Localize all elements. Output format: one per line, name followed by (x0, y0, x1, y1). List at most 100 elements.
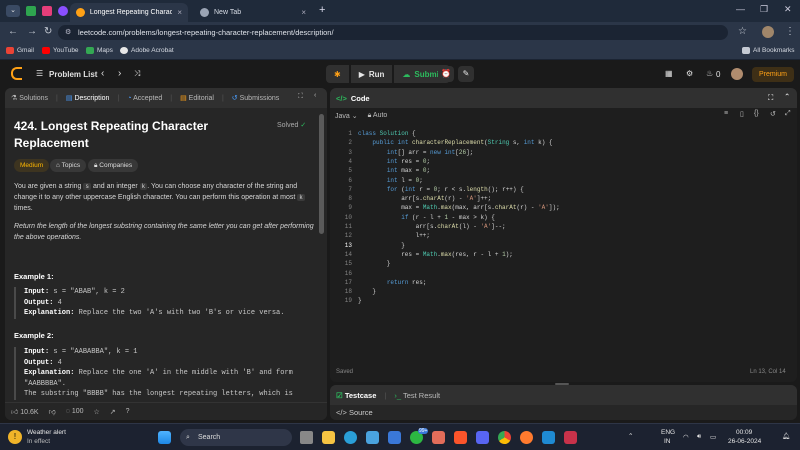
comments-button[interactable]: ◌ 100 (66, 408, 84, 415)
reset-icon[interactable]: ↺ (770, 110, 776, 118)
problem-list-icon: ☰ (36, 69, 44, 78)
tab-test-result[interactable]: ›_ Test Result (394, 391, 440, 400)
chrome-icon[interactable] (498, 431, 511, 444)
close-tab-icon[interactable]: × (177, 8, 182, 17)
battery-icon[interactable]: ▭ (710, 433, 716, 441)
layout-icon[interactable]: ▦ (665, 69, 673, 78)
timer-icon[interactable]: ⏰ (438, 66, 454, 82)
prev-problem-icon[interactable]: ‹ (101, 68, 104, 79)
photos-icon[interactable] (432, 431, 445, 444)
run-button[interactable]: ▶ Run (350, 65, 393, 83)
tab-description[interactable]: ▤ Description (66, 94, 110, 102)
code-editor[interactable]: 1 class Solution {2 public int characterR… (330, 126, 797, 366)
help-icon[interactable]: ? (126, 408, 130, 415)
bookmark-maps[interactable]: Maps (86, 47, 113, 54)
profile-avatar[interactable] (762, 26, 774, 38)
tab-submissions[interactable]: ↺ Submissions (232, 94, 280, 102)
scrollbar[interactable] (319, 114, 324, 234)
minimize-icon[interactable]: — (736, 4, 745, 14)
language-select[interactable]: Java ⌄ (335, 112, 358, 120)
like-button[interactable]: 👍︎ 10.6K (11, 407, 39, 416)
menu-kebab-icon[interactable]: ⋮ (785, 26, 795, 37)
language-indicator[interactable]: ENG (661, 429, 675, 436)
notes-icon[interactable]: ✎ (458, 66, 474, 82)
bookmark-icon[interactable]: ▯ (740, 110, 744, 118)
forward-icon[interactable]: → (27, 26, 37, 37)
streak-fire-icon[interactable]: ♨ (706, 69, 713, 78)
tab-testcase[interactable]: ☑ Testcase (336, 391, 376, 400)
pinned-tab-icon-pink[interactable] (42, 6, 52, 16)
mail-icon[interactable] (388, 431, 401, 444)
all-bookmarks[interactable]: All Bookmarks (742, 47, 795, 54)
maximize-icon[interactable]: ❐ (760, 4, 768, 15)
close-window-icon[interactable]: ✕ (784, 4, 792, 15)
url-input[interactable]: ⚙ leetcode.com/problems/longest-repeatin… (58, 25, 728, 40)
debug-button[interactable]: ✱ (326, 65, 349, 83)
back-icon[interactable]: ← (8, 26, 18, 37)
notifications-bell-icon[interactable]: 🔔︎ (782, 432, 790, 440)
bookmark-gmail[interactable]: Gmail (6, 47, 34, 54)
vscode-icon[interactable] (542, 431, 555, 444)
volume-icon[interactable]: 🔊︎ (697, 433, 701, 441)
tray-chevron-icon[interactable]: ⌃ (628, 432, 633, 440)
companies-button[interactable]: 🔒︎ Companies (88, 159, 139, 172)
problem-list-link[interactable]: Problem List (49, 70, 97, 79)
taskbar-search[interactable]: ⌕ Search (180, 429, 292, 446)
app-red-icon[interactable] (564, 431, 577, 444)
new-tab-button[interactable]: + (319, 4, 325, 16)
weather-subtitle: In effect (27, 438, 51, 445)
clock-time[interactable]: 00:09 (736, 429, 752, 436)
weather-title[interactable]: Weather alert (27, 429, 66, 436)
favorite-star-icon[interactable]: ☆ (94, 408, 100, 416)
shuffle-icon[interactable]: ⤨ (134, 69, 140, 79)
task-view-icon[interactable] (300, 431, 313, 444)
expand-icon[interactable]: ⤢ (785, 110, 791, 118)
site-info-icon[interactable]: ⚙ (65, 25, 71, 40)
line-number: 17 (344, 278, 352, 286)
app-orange-icon[interactable] (520, 431, 533, 444)
tab-new-tab[interactable]: New Tab × (194, 3, 312, 22)
tab-solutions[interactable]: ⚗ Solutions (11, 94, 48, 102)
code-line: max = Math.max(max, arr[s.charAt(r) - 'A… (358, 204, 560, 212)
wifi-icon[interactable]: ◠ (683, 433, 689, 441)
format-icon[interactable]: ≡ (724, 110, 728, 117)
collapse-icon[interactable]: ⌃ (784, 92, 790, 101)
fullscreen-icon[interactable]: ⛶ (768, 93, 773, 103)
tab-search-icon[interactable]: ⌄ (6, 5, 20, 17)
auto-mode[interactable]: 🔒︎ Auto (368, 112, 388, 120)
braces-icon[interactable]: {} (754, 110, 759, 117)
windows-start-icon[interactable] (158, 431, 171, 444)
close-tab-icon[interactable]: × (301, 8, 306, 17)
topics-button[interactable]: ⌂ Topics (50, 159, 87, 172)
share-icon[interactable]: ↗ (110, 408, 116, 416)
left-footer: 👍︎ 10.6K 👎︎ ◌ 100 ☆ ↗ ? (5, 402, 327, 420)
discord-icon[interactable] (476, 431, 489, 444)
tab-editorial[interactable]: ▤ Editorial (180, 94, 214, 102)
code-toolbar: Java ⌄ 🔒︎ Auto ≡ ▯ {} ↺ ⤢ (330, 108, 797, 124)
microsoft-store-icon[interactable] (366, 431, 379, 444)
dislike-icon[interactable]: 👎︎ (49, 407, 56, 416)
premium-button[interactable]: Premium (752, 67, 794, 82)
lock-icon: 🔒︎ (367, 112, 372, 119)
difficulty-badge[interactable]: Medium (14, 159, 50, 172)
collapse-icon[interactable]: ‹ (314, 92, 316, 99)
settings-gear-icon[interactable]: ⚙ (686, 69, 693, 78)
reload-icon[interactable]: ↻ (44, 26, 52, 37)
fullscreen-icon[interactable]: ⛶ (298, 93, 303, 101)
source-row[interactable]: </> Source (336, 408, 373, 417)
brave-icon[interactable] (454, 431, 467, 444)
user-avatar[interactable] (731, 68, 743, 80)
tab-accepted[interactable]: ◔ Accepted (127, 95, 162, 102)
pinned-tab-icon-purple[interactable] (58, 6, 68, 16)
bookmark-star-icon[interactable]: ☆ (738, 26, 747, 37)
bookmark-youtube[interactable]: YouTube (42, 47, 79, 54)
file-explorer-icon[interactable] (322, 431, 335, 444)
weather-alert-icon[interactable]: ! (8, 430, 22, 444)
leetcode-logo-icon[interactable] (11, 67, 22, 80)
bookmark-adobe-acrobat[interactable]: Adobe Acrobat (120, 47, 174, 54)
pinned-tab-icon-green[interactable] (26, 6, 36, 16)
edge-icon[interactable] (344, 431, 357, 444)
tab-leetcode[interactable]: Longest Repeating Character R × (70, 3, 188, 22)
line-number: 3 (348, 148, 352, 156)
next-problem-icon[interactable]: › (118, 68, 121, 79)
